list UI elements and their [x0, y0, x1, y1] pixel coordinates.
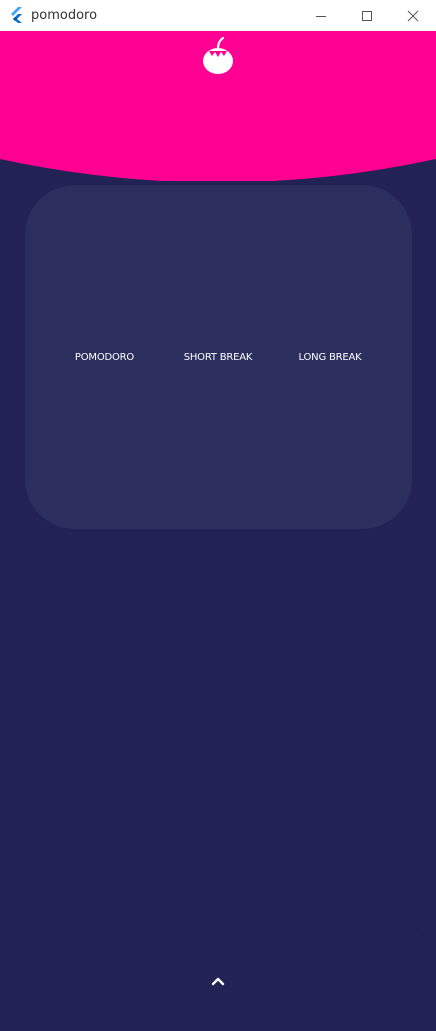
maximize-button[interactable]	[344, 0, 390, 31]
bottom-divider	[16, 929, 420, 930]
chevron-up-icon	[211, 977, 225, 986]
minimize-icon	[316, 15, 326, 17]
close-icon	[407, 10, 419, 21]
title-bar: pomodoro	[0, 0, 436, 31]
tab-short-break[interactable]: SHORT BREAK	[175, 352, 261, 368]
flutter-icon	[11, 7, 22, 23]
maximize-icon	[362, 10, 372, 21]
tomato-icon	[203, 37, 233, 74]
window-title: pomodoro	[31, 8, 98, 23]
tab-pomodoro[interactable]: POMODORO	[63, 352, 146, 368]
minimize-button[interactable]	[298, 0, 344, 31]
close-button[interactable]	[390, 0, 436, 31]
tab-long-break[interactable]: LONG BREAK	[289, 352, 371, 368]
mode-card: POMODORO SHORT BREAK LONG BREAK	[25, 185, 412, 529]
header	[0, 31, 436, 181]
app-window: pomodoro POMODORO SHORT BREAK LONG BREAK	[0, 0, 436, 1031]
expand-button[interactable]	[206, 970, 230, 992]
